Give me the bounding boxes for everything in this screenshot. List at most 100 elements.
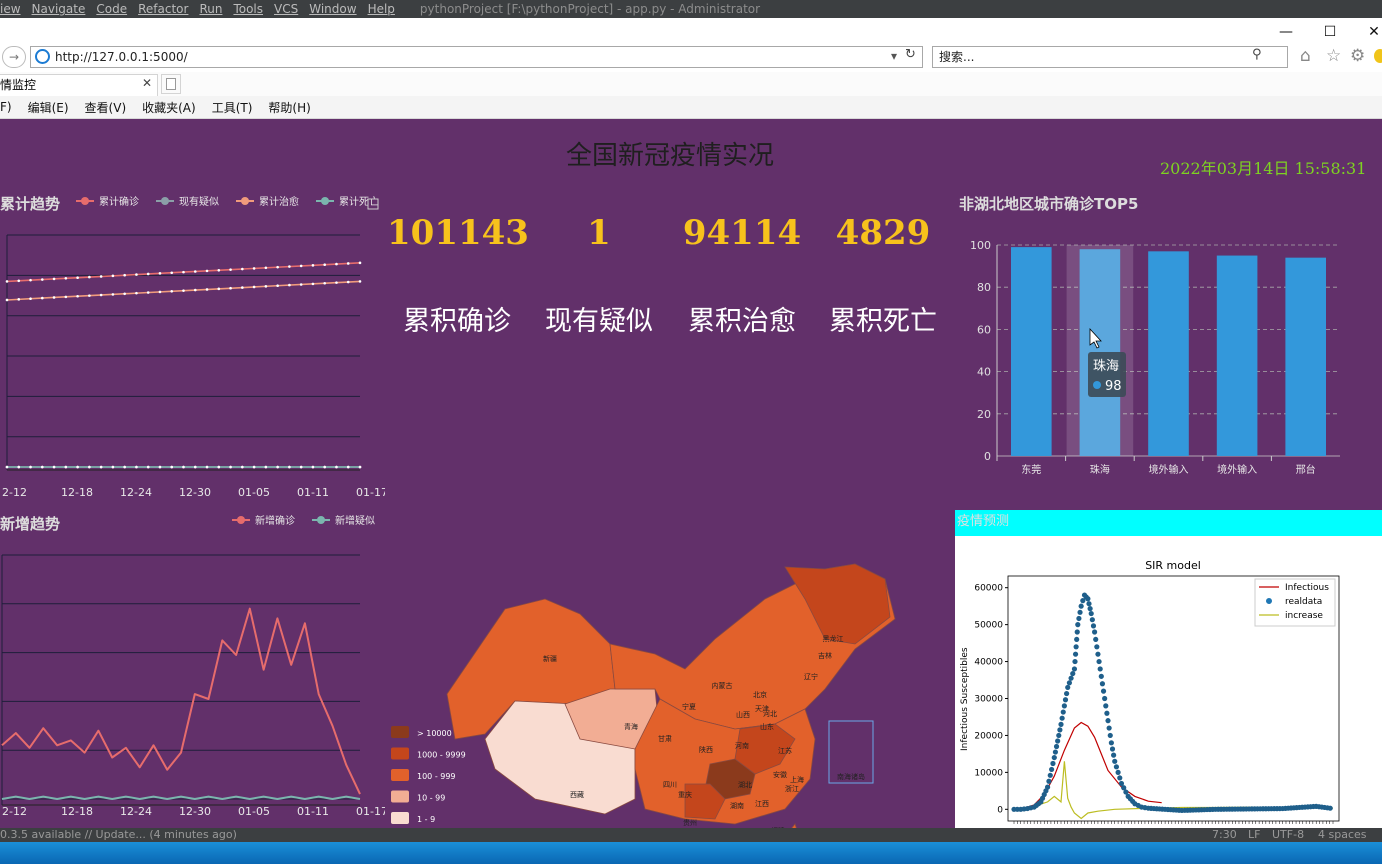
series-point (88, 294, 91, 297)
china-map[interactable]: 新疆西藏青海甘肃内蒙古黑龙江吉林辽宁北京天津河北山西山东河南陕西宁夏四川重庆湖北… (385, 439, 905, 828)
y-tick-label: 20000 (974, 731, 1003, 741)
realdata-point (1046, 778, 1052, 784)
ide-menu-item[interactable]: Navigate (32, 2, 86, 16)
province-label: 甘肃 (658, 734, 672, 743)
series-point (323, 263, 327, 266)
ide-menu-item[interactable]: Help (368, 2, 395, 16)
series-point (323, 465, 327, 469)
realdata-point (1055, 738, 1061, 744)
legend-label: 现有疑似 (179, 195, 219, 208)
series-point (158, 290, 162, 294)
browser-titlebar (0, 18, 1382, 44)
realdata-point (1089, 617, 1095, 623)
status-line-col[interactable]: 7:30 (1212, 828, 1237, 841)
realdata-point (1106, 725, 1112, 731)
daily-chart-title: 新增趋势 (0, 515, 60, 533)
ide-menu-item[interactable]: Code (96, 2, 127, 16)
realdata-point (1049, 766, 1055, 773)
ide-menu-item[interactable]: VCS (274, 2, 298, 16)
series-point (64, 295, 68, 299)
legend-label: 1 - 9 (417, 815, 435, 824)
series-point (335, 281, 338, 284)
series-point (64, 277, 68, 280)
series-point (88, 275, 91, 279)
minimize-button[interactable]: — (1274, 22, 1298, 42)
url-text: http://127.0.0.1:5000/ (55, 50, 188, 64)
browser-menu-item[interactable]: F) (0, 100, 12, 114)
series-point (288, 465, 291, 469)
browser-menu-item[interactable]: 编辑(E) (28, 99, 69, 116)
series-point (229, 465, 232, 469)
favorites-star-icon[interactable]: ☆ (1326, 46, 1341, 66)
series-point (299, 465, 303, 469)
series-point (29, 465, 32, 469)
series-point (111, 293, 115, 296)
series-point (241, 267, 244, 271)
ide-menu-item[interactable]: iew (0, 2, 21, 16)
ide-menu-item[interactable]: Tools (233, 2, 263, 16)
x-tick-label: 12-24 (120, 486, 152, 497)
legend-label: 累计确诊 (99, 195, 139, 208)
status-line-ending[interactable]: LF (1248, 828, 1260, 841)
series-point (29, 297, 32, 301)
daily-trend-chart[interactable]: 新增趋势 新增确诊 新增疑似 2-12 12-18 12-24 12-30 01-05 01… (0, 509, 385, 824)
realdata-point (1076, 615, 1082, 622)
status-indent[interactable]: 4 spaces (1318, 828, 1367, 841)
province-label: 安徽 (773, 770, 787, 779)
series-point (76, 465, 79, 469)
ie-page-icon (35, 49, 50, 64)
top5-bar-chart[interactable]: 非湖北地区城市确诊TOP5 020406080100 东莞 珠海 境外输入 境外输入邢… (955, 187, 1382, 487)
realdata-point (1102, 695, 1108, 702)
url-input[interactable]: http://127.0.0.1:5000/ (30, 46, 923, 68)
close-button[interactable]: ✕ (1362, 22, 1382, 42)
tab-close-icon[interactable]: ✕ (142, 76, 152, 90)
series-point (264, 266, 268, 270)
dashboard-page: 全国新冠疫情实况 2022年03月14日 15:58:31 101143 1 9… (0, 119, 1382, 828)
home-icon[interactable]: ⌂ (1300, 46, 1311, 66)
x-tick-label: 01-05 (238, 486, 270, 497)
province-label: 上海 (790, 775, 804, 784)
tab-active[interactable]: 情监控 (0, 74, 158, 96)
cumulative-trend-chart[interactable]: 累计趋势 累计确诊 现有疑似 累计治愈 累计死亡 2-12 12-18 12-24 12-3… (0, 187, 385, 497)
sir-model-chart[interactable]: SIR model Infectious Susceptibles 60000 5… (955, 536, 1382, 828)
ide-menu-item[interactable]: Refactor (138, 2, 188, 16)
search-input[interactable]: 搜索... (932, 46, 1288, 68)
status-encoding[interactable]: UTF-8 (1272, 828, 1304, 841)
browser-menu-item[interactable]: 查看(V) (85, 99, 127, 116)
realdata-point (1044, 784, 1051, 790)
browser-menu-item[interactable]: 帮助(H) (268, 99, 310, 116)
forward-icon[interactable]: → (2, 46, 26, 68)
bar (1011, 247, 1052, 456)
series-point (5, 280, 9, 283)
smiley-icon[interactable] (1374, 49, 1382, 63)
maximize-button[interactable]: ☐ (1318, 22, 1342, 42)
realdata-point (1061, 703, 1067, 709)
series-point (299, 264, 303, 268)
gear-icon[interactable]: ⚙ (1350, 46, 1365, 66)
realdata-point (1111, 752, 1117, 758)
refresh-icon[interactable]: ↻ (905, 47, 916, 62)
realdata-point (1070, 670, 1076, 677)
series-point (346, 262, 350, 265)
cumulative-chart-title: 累计趋势 (0, 195, 60, 213)
ide-statusbar: 0.3.5 available // Update... (4 minutes … (0, 828, 1382, 842)
browser-menu-item[interactable]: 工具(T) (212, 99, 253, 116)
province-label: 内蒙古 (712, 681, 733, 690)
browser-menu-item[interactable]: 收藏夹(A) (142, 99, 196, 116)
province-label: 重庆 (678, 790, 692, 799)
dropdown-arrow-icon[interactable]: ▾ (891, 49, 897, 63)
y-tick-label: 0 (984, 450, 991, 463)
x-tick-label: 2-12 (2, 805, 27, 818)
series-point (123, 273, 126, 277)
ide-menu-item[interactable]: Run (199, 2, 222, 16)
ide-menu-item[interactable]: Window (309, 2, 356, 16)
search-icon[interactable]: ⚲ (1252, 47, 1262, 62)
realdata-point (1059, 715, 1065, 721)
series-point (276, 465, 279, 469)
realdata-point (1060, 709, 1066, 715)
new-tab-button[interactable] (161, 74, 181, 94)
legend-swatch (391, 747, 409, 760)
x-tick-label: 境外输入 (1217, 463, 1257, 476)
tab-title: 情监控 (0, 78, 37, 92)
series-point (52, 277, 56, 281)
